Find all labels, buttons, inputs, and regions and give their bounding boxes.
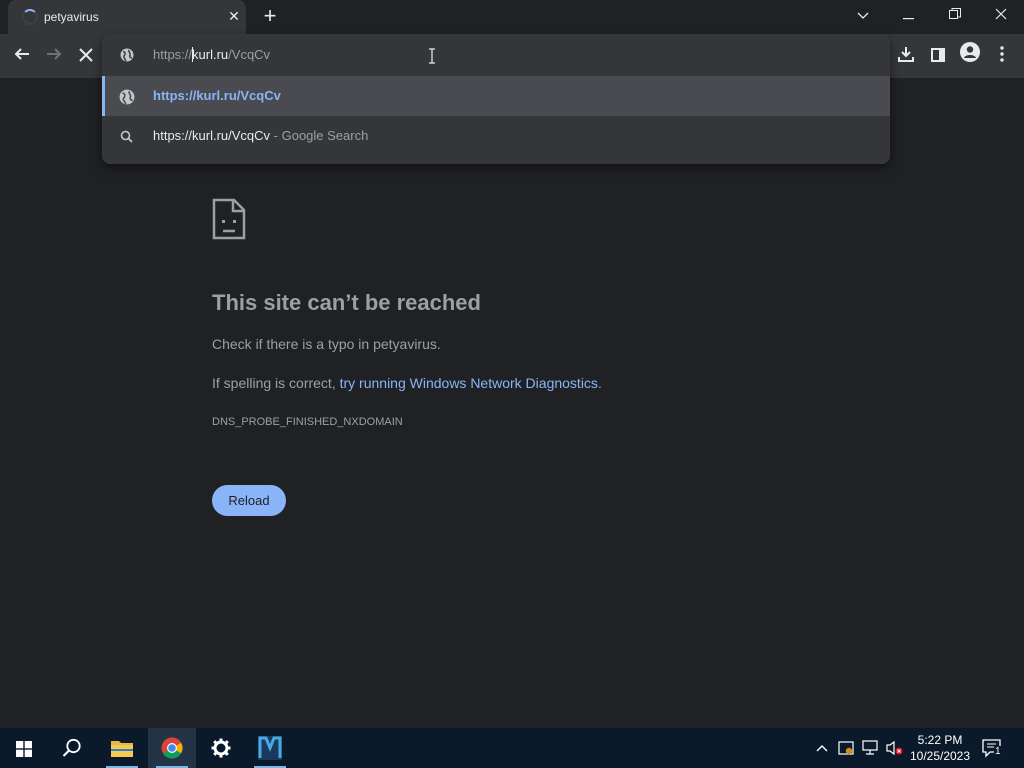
loading-spinner-icon <box>22 9 38 25</box>
windows-taskbar: 5:22 PM 10/25/2023 1 <box>0 728 1024 768</box>
file-explorer-icon[interactable] <box>98 728 146 768</box>
tab-title: petyavirus <box>44 10 99 24</box>
suggestion-url[interactable]: https://kurl.ru/VcqCv <box>102 76 890 116</box>
url-scheme: https:// <box>153 47 193 62</box>
close-window-button[interactable] <box>978 0 1024 32</box>
suggestion-search-engine: - Google Search <box>270 128 369 143</box>
volume-muted-icon[interactable] <box>886 740 904 759</box>
stop-loading-button[interactable] <box>72 42 100 70</box>
show-hidden-icons-chevron-icon[interactable] <box>816 740 828 755</box>
tab-petyavirus[interactable]: petyavirus ✕ <box>8 0 246 34</box>
action-center-icon[interactable]: 1 <box>982 738 1002 761</box>
suggestion-search-query: https://kurl.ru/VcqCv <box>153 128 271 143</box>
download-icon[interactable] <box>892 42 920 70</box>
forward-button[interactable] <box>40 42 68 70</box>
new-tab-button[interactable]: + <box>258 5 282 29</box>
clock-date: 10/25/2023 <box>909 749 971 763</box>
minimize-button[interactable] <box>886 0 932 32</box>
reload-button[interactable]: Reload <box>212 485 286 516</box>
omnibox-dropdown: https://kurl.ru/VcqCv https://kurl.ru/Vc… <box>102 34 890 164</box>
settings-icon[interactable] <box>197 728 245 768</box>
url-host: kurl.ru <box>192 47 229 62</box>
diagnostics-suffix: . <box>597 375 602 391</box>
start-button[interactable] <box>0 728 48 768</box>
suggestion-search[interactable]: https://kurl.ru/VcqCv - Google Search <box>102 116 890 156</box>
error-title: This site can’t be reached <box>212 290 481 315</box>
error-code: DNS_PROBE_FINISHED_NXDOMAIN <box>212 416 403 428</box>
restore-button[interactable] <box>932 0 978 32</box>
kebab-menu-icon[interactable] <box>988 42 1016 70</box>
security-tray-icon[interactable] <box>838 740 854 759</box>
sad-page-icon <box>212 198 246 240</box>
address-bar-text[interactable]: https://kurl.ru/VcqCv <box>153 47 270 62</box>
tab-strip: petyavirus ✕ + <box>0 0 1024 34</box>
suggestion-search-text: https://kurl.ru/VcqCv - Google Search <box>153 128 368 143</box>
profile-avatar-icon[interactable] <box>956 42 984 70</box>
notification-count-badge: 1 <box>994 746 1002 757</box>
globe-icon <box>120 48 134 62</box>
error-suggestion-diagnostics: If spelling is correct, try running Wind… <box>212 375 602 391</box>
error-suggestion-typo: Check if there is a typo in petyavirus. <box>212 336 441 352</box>
app-m-icon[interactable] <box>246 728 294 768</box>
back-button[interactable] <box>8 42 36 70</box>
taskbar-search-button[interactable] <box>48 728 96 768</box>
page-content: This site can’t be reached Check if ther… <box>0 78 1024 728</box>
suggestion-url-text: https://kurl.ru/VcqCv <box>153 88 281 103</box>
system-clock[interactable]: 5:22 PM 10/25/2023 <box>906 732 974 764</box>
search-icon <box>120 130 133 143</box>
diagnostics-prefix: If spelling is correct, <box>212 375 340 391</box>
ibeam-cursor-icon <box>428 48 438 66</box>
globe-icon <box>119 89 135 105</box>
clock-time: 5:22 PM <box>917 733 963 747</box>
url-path: /VcqCv <box>228 47 271 62</box>
network-disconnected-icon[interactable] <box>862 740 880 759</box>
network-diagnostics-link[interactable]: try running Windows Network Diagnostics <box>340 375 598 391</box>
tab-close-icon[interactable]: ✕ <box>224 6 244 26</box>
tab-search-chevron-icon[interactable] <box>840 0 886 32</box>
chrome-icon[interactable] <box>148 728 196 768</box>
address-bar[interactable]: https://kurl.ru/VcqCv <box>102 34 890 76</box>
side-panel-icon[interactable] <box>924 42 952 70</box>
